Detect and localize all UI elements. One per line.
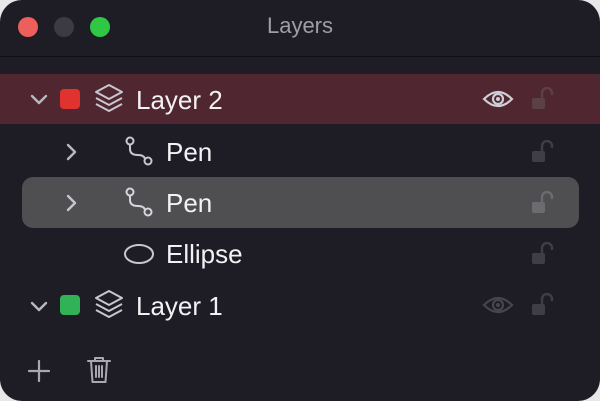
eye-icon[interactable] [482, 89, 514, 109]
layer-name[interactable]: Pen [166, 188, 212, 218]
chevron-right-icon[interactable] [61, 142, 81, 162]
unlock-icon[interactable] [530, 140, 554, 164]
title-bar: Layers [0, 0, 600, 56]
layer-row-layer-1[interactable]: Layer 1 [0, 280, 600, 330]
layer-row-pen-selected[interactable]: Pen [22, 177, 579, 228]
layer-color-swatch[interactable] [60, 89, 80, 109]
layers-icon [95, 84, 123, 112]
layer-color-swatch[interactable] [60, 295, 80, 315]
chevron-down-icon[interactable] [29, 296, 49, 316]
layer-name[interactable]: Ellipse [166, 239, 243, 269]
chevron-right-icon[interactable] [61, 193, 81, 213]
window-title: Layers [266, 13, 334, 38]
unlock-icon[interactable] [530, 242, 554, 266]
layers-icon [95, 290, 123, 318]
unlock-icon[interactable] [530, 87, 554, 111]
titlebar-divider [0, 56, 600, 57]
layer-row-pen[interactable]: Pen [0, 127, 600, 177]
layer-name[interactable]: Layer 1 [136, 291, 223, 321]
layer-row-layer-2[interactable]: Layer 2 [0, 74, 600, 124]
eye-icon[interactable] [482, 295, 514, 315]
layer-name[interactable]: Layer 2 [136, 85, 223, 115]
ellipse-icon [124, 244, 154, 264]
unlock-icon[interactable] [530, 293, 554, 317]
plus-icon[interactable] [27, 359, 51, 383]
pen-path-icon [125, 187, 153, 217]
layer-row-ellipse[interactable]: Ellipse [0, 229, 600, 279]
layer-name[interactable]: Pen [166, 137, 212, 167]
unlock-icon[interactable] [530, 191, 554, 215]
pen-path-icon [125, 136, 153, 166]
layers-window: Layers Layer 2 Pen Pen Ellipse Layer 1 [0, 0, 600, 401]
chevron-down-icon[interactable] [29, 89, 49, 109]
trash-icon[interactable] [86, 355, 112, 385]
